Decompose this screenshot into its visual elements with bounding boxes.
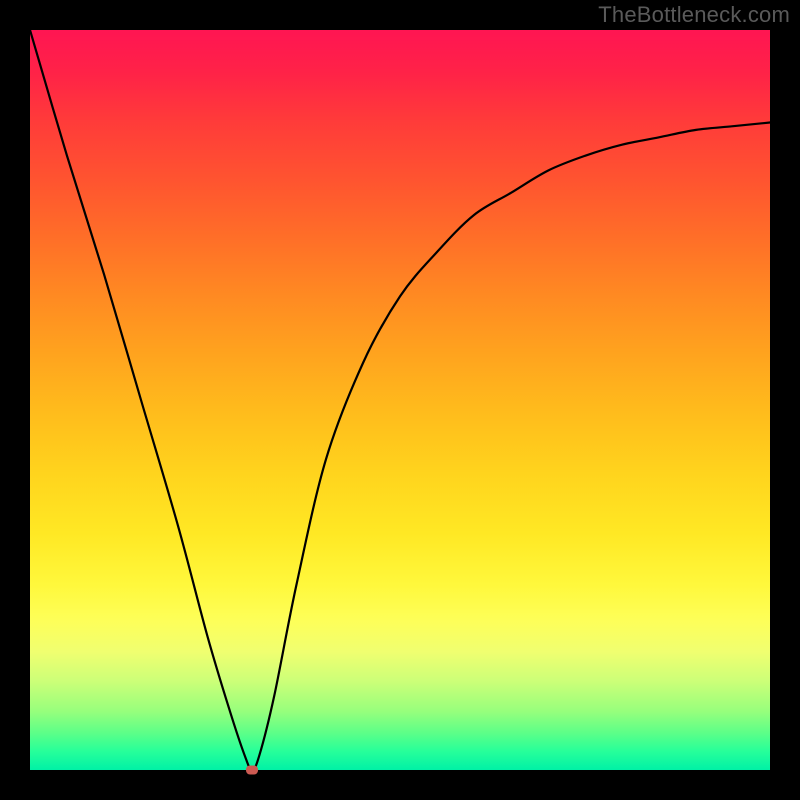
plot-area: [30, 30, 770, 770]
chart-frame: TheBottleneck.com: [0, 0, 800, 800]
minimum-marker-icon: [246, 766, 258, 775]
bottleneck-curve: [30, 30, 770, 770]
watermark-text: TheBottleneck.com: [598, 2, 790, 28]
